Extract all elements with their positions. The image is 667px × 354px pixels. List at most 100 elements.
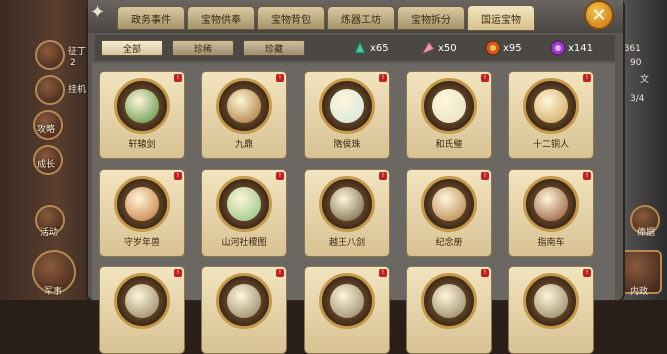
album-icon xyxy=(432,187,466,221)
sidebar-label-idle: 挂机 xyxy=(68,85,87,95)
resource-count: x50 xyxy=(438,42,457,54)
treasure-icon xyxy=(432,284,466,318)
treasure-card[interactable]: ! 山河社稷图 xyxy=(201,169,287,257)
treasure-name: 山河社稷图 xyxy=(221,238,267,248)
new-badge-icon: ! xyxy=(379,74,387,82)
new-badge-icon: ! xyxy=(481,74,489,82)
pearl-icon xyxy=(330,89,364,123)
treasure-medal xyxy=(114,273,170,329)
treasure-card[interactable]: ! 轩辕剑 xyxy=(99,71,185,159)
new-badge-icon: ! xyxy=(276,172,284,180)
treasure-card[interactable]: ! xyxy=(406,266,492,354)
new-badge-icon: ! xyxy=(276,74,284,82)
treasure-card[interactable]: ! xyxy=(508,266,594,354)
treasure-card[interactable]: ! 隋侯珠 xyxy=(304,71,390,159)
tab-treasure-offering[interactable]: 宝物供奉 xyxy=(187,6,255,30)
treasure-card[interactable]: ! 指南车 xyxy=(508,169,594,257)
treasure-medal xyxy=(216,78,272,134)
treasure-card[interactable]: ! 纪念册 xyxy=(406,169,492,257)
new-badge-icon: ! xyxy=(379,172,387,180)
tab-treasure-bag[interactable]: 宝物背包 xyxy=(257,6,325,30)
fire-token-icon xyxy=(485,40,501,56)
corner-ornament-icon: ✦ xyxy=(90,2,106,23)
resource-purple-token: x141 xyxy=(550,39,593,57)
tab-forge-workshop[interactable]: 炼器工坊 xyxy=(327,6,395,30)
sidebar-label-growth: 成长 xyxy=(37,160,56,170)
treasure-card[interactable]: ! 九鼎 xyxy=(201,71,287,159)
treasure-icon xyxy=(330,284,364,318)
resource-count: x95 xyxy=(503,42,522,54)
south-pointing-chariot-icon xyxy=(534,187,568,221)
treasure-medal xyxy=(114,176,170,232)
sidebar-button-recruit[interactable] xyxy=(35,40,65,70)
sidebar-label-recruit: 征丁 xyxy=(68,47,87,57)
new-badge-icon: ! xyxy=(481,269,489,277)
resource-pink-crystal: x50 xyxy=(420,39,457,57)
treasure-card[interactable]: ! 越王八剑 xyxy=(304,169,390,257)
treasure-medal xyxy=(319,78,375,134)
filter-all[interactable]: 全部 xyxy=(101,40,163,56)
sidebar-label-events: 活动 xyxy=(40,228,59,238)
treasure-card[interactable]: ! xyxy=(99,266,185,354)
resource-green-jade: x65 xyxy=(352,39,389,57)
treasure-icon xyxy=(534,284,568,318)
treasure-name: 隋侯珠 xyxy=(333,140,361,150)
treasure-name: 十二铜人 xyxy=(532,140,569,150)
nian-beast-icon xyxy=(125,187,159,221)
sidebar-label-military: 军事 xyxy=(44,287,63,297)
filter-rare[interactable]: 珍稀 xyxy=(172,40,234,56)
treasure-card[interactable]: ! xyxy=(304,266,390,354)
right-value-2: 90 xyxy=(630,58,642,68)
resource-count: x141 xyxy=(568,42,594,54)
sidebar-button-idle[interactable] xyxy=(35,75,65,105)
treasure-name: 越王八剑 xyxy=(328,238,365,248)
treasure-icon xyxy=(125,284,159,318)
new-badge-icon: ! xyxy=(276,269,284,277)
filter-collection[interactable]: 珍藏 xyxy=(243,40,305,56)
treasure-name: 纪念册 xyxy=(435,238,463,248)
new-badge-icon: ! xyxy=(481,172,489,180)
treasure-medal xyxy=(523,78,579,134)
new-badge-icon: ! xyxy=(379,269,387,277)
treasure-card[interactable]: ! 守岁年兽 xyxy=(99,169,185,257)
tripod-cauldron-icon xyxy=(227,89,261,123)
treasure-name: 和氏璧 xyxy=(435,140,463,150)
bronze-statues-icon xyxy=(534,89,568,123)
treasure-medal xyxy=(523,273,579,329)
treasure-card[interactable]: ! xyxy=(201,266,287,354)
new-badge-icon: ! xyxy=(174,269,182,277)
treasure-medal xyxy=(421,273,477,329)
sidebar-label-guide: 攻略 xyxy=(37,125,56,135)
treasure-medal xyxy=(319,273,375,329)
treasure-name: 守岁年兽 xyxy=(123,238,160,248)
treasure-icon xyxy=(227,284,261,318)
treasure-name: 指南车 xyxy=(537,238,565,248)
tab-treasure-split[interactable]: 宝物拆分 xyxy=(397,6,465,30)
new-badge-icon: ! xyxy=(583,172,591,180)
pink-crystal-shard-icon xyxy=(420,41,435,56)
tab-affairs[interactable]: 政务事件 xyxy=(117,6,185,30)
new-badge-icon: ! xyxy=(583,269,591,277)
treasure-name: 九鼎 xyxy=(234,140,253,150)
right-value-3: 文 xyxy=(640,75,650,85)
treasure-medal xyxy=(523,176,579,232)
new-badge-icon: ! xyxy=(174,74,182,82)
treasure-medal xyxy=(216,176,272,232)
purple-token-icon xyxy=(550,40,566,56)
treasure-card[interactable]: ! 和氏璧 xyxy=(406,71,492,159)
scroll-map-icon xyxy=(227,187,261,221)
sword-icon xyxy=(125,89,159,123)
jade-disc-icon xyxy=(432,89,466,123)
right-value-4: 3/4 xyxy=(630,94,645,104)
tab-national-treasures[interactable]: 国运宝物 xyxy=(467,5,535,31)
treasure-medal xyxy=(421,78,477,134)
treasure-medal xyxy=(421,176,477,232)
treasure-medal xyxy=(114,78,170,134)
treasure-card[interactable]: ! 十二铜人 xyxy=(508,71,594,159)
eight-swords-icon xyxy=(330,187,364,221)
close-button[interactable]: ✕ xyxy=(584,0,614,30)
treasure-medal xyxy=(216,273,272,329)
sidebar-counter: 2 xyxy=(70,58,76,68)
treasure-name: 轩辕剑 xyxy=(128,140,156,150)
green-jade-shard-icon xyxy=(354,40,366,54)
